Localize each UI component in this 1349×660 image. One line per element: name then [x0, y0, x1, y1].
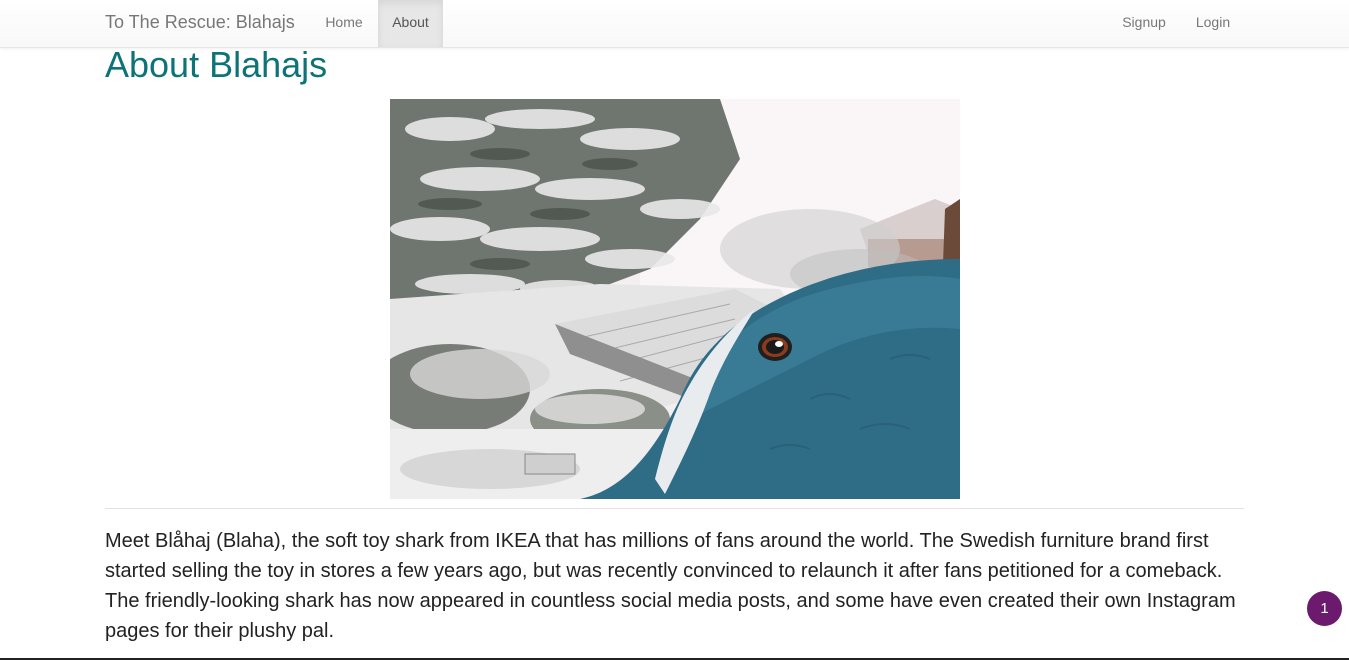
- nav-about-link[interactable]: About: [378, 0, 443, 47]
- nav-login-link[interactable]: Login: [1183, 0, 1243, 47]
- blahaj-snow-photo: [390, 99, 960, 499]
- nav-signup-link[interactable]: Signup: [1110, 0, 1178, 47]
- nav-home-link[interactable]: Home: [312, 0, 376, 47]
- notification-badge[interactable]: 1: [1307, 591, 1342, 626]
- content-divider: [105, 508, 1244, 509]
- top-navbar: To The Rescue: Blahajs Home About Signup…: [0, 0, 1349, 48]
- site-brand[interactable]: To The Rescue: Blahajs: [105, 12, 295, 32]
- intro-paragraph: Meet Blåhaj (Blaha), the soft toy shark …: [105, 530, 1236, 642]
- page-title: About Blahajs: [105, 44, 328, 85]
